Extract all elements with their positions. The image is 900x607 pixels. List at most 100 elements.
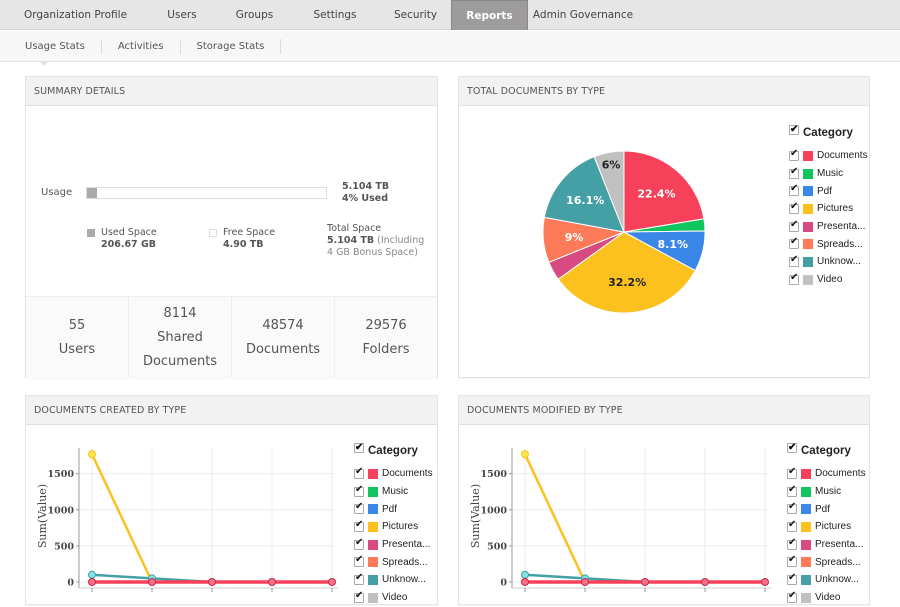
legend-swatch	[803, 204, 813, 214]
checkbox-icon[interactable]	[789, 222, 799, 232]
total-documents-panel: TOTAL DOCUMENTS BY TYPE 22.4%8.1%32.2%9%…	[458, 76, 870, 378]
y-tick-label: 500	[487, 541, 507, 552]
checkbox-icon[interactable]	[354, 443, 364, 453]
stat-label: Users	[59, 338, 95, 362]
legend-item-spreads[interactable]: Spreads...	[354, 553, 433, 571]
checkbox-icon[interactable]	[354, 540, 364, 550]
checkbox-icon[interactable]	[354, 504, 364, 514]
checkbox-icon[interactable]	[789, 125, 799, 135]
legend-item-music[interactable]: Music	[354, 483, 433, 501]
checkbox-icon[interactable]	[789, 151, 799, 161]
legend-item-spreads[interactable]: Spreads...	[789, 235, 868, 253]
used-space-legend: Used Space 206.67 GB	[87, 227, 157, 251]
checkbox-icon[interactable]	[787, 487, 797, 497]
checkbox-icon[interactable]	[789, 275, 799, 285]
subtab-usage-stats[interactable]: Usage Stats	[9, 39, 102, 54]
legend-swatch	[368, 487, 378, 497]
data-point-documents[interactable]	[89, 579, 96, 586]
legend-item-spreads[interactable]: Spreads...	[787, 553, 866, 571]
checkbox-icon[interactable]	[354, 469, 364, 479]
legend-item-video[interactable]: Video	[787, 589, 866, 607]
legend-item-pictures[interactable]: Pictures	[787, 518, 866, 536]
checkbox-icon[interactable]	[789, 169, 799, 179]
legend-item-video[interactable]: Video	[789, 271, 868, 289]
checkbox-icon[interactable]	[354, 487, 364, 497]
legend-swatch	[803, 151, 813, 161]
legend-item-unknow[interactable]: Unknow...	[787, 571, 866, 589]
legend-item-pdf[interactable]: Pdf	[354, 500, 433, 518]
legend-item-presenta[interactable]: Presenta...	[789, 218, 868, 236]
legend-label: Spreads...	[382, 557, 428, 568]
legend-item-presenta[interactable]: Presenta...	[354, 536, 433, 554]
legend-item-pictures[interactable]: Pictures	[789, 200, 868, 218]
checkbox-icon[interactable]	[787, 504, 797, 514]
legend-item-unknow[interactable]: Unknow...	[789, 253, 868, 271]
usage-total-value: 5.104 TB	[342, 181, 389, 193]
data-point-unknown[interactable]	[89, 571, 96, 578]
checkbox-icon[interactable]	[787, 557, 797, 567]
data-point-documents[interactable]	[209, 579, 216, 586]
legend-item-pdf[interactable]: Pdf	[787, 500, 866, 518]
data-point-documents[interactable]	[642, 579, 649, 586]
tab-security[interactable]: Security	[382, 0, 449, 30]
pie-label: 22.4%	[637, 188, 675, 201]
stat-folders: 29576 Folders	[335, 297, 437, 378]
checkbox-icon[interactable]	[354, 522, 364, 532]
legend-label: Video	[815, 592, 840, 603]
data-point-documents[interactable]	[269, 579, 276, 586]
legend-item-documents[interactable]: Documents	[354, 465, 433, 483]
checkbox-icon[interactable]	[354, 557, 364, 567]
legend-item-video[interactable]: Video	[354, 589, 433, 607]
tab-admin-governance[interactable]: Admin Governance	[528, 0, 638, 30]
legend-header[interactable]: Category	[354, 443, 433, 465]
tab-organization-profile[interactable]: Organization Profile	[8, 0, 143, 30]
checkbox-icon[interactable]	[789, 186, 799, 196]
data-point-documents[interactable]	[329, 579, 336, 586]
tab-settings[interactable]: Settings	[288, 0, 382, 30]
stat-label: Documents	[143, 350, 217, 374]
checkbox-icon[interactable]	[787, 540, 797, 550]
legend-label: Music	[817, 168, 843, 179]
checkbox-icon[interactable]	[787, 469, 797, 479]
legend-label: Pdf	[382, 504, 397, 515]
legend-label: Pictures	[382, 521, 418, 532]
data-point-documents[interactable]	[149, 579, 156, 586]
subtab-storage-stats[interactable]: Storage Stats	[181, 39, 282, 54]
checkbox-icon[interactable]	[787, 443, 797, 453]
total-space-bonus: 4 GB Bonus Space)	[327, 247, 424, 259]
total-space-value: 5.104 TB	[327, 235, 374, 246]
checkbox-icon[interactable]	[789, 204, 799, 214]
legend-item-music[interactable]: Music	[789, 165, 868, 183]
legend-item-documents[interactable]: Documents	[787, 465, 866, 483]
checkbox-icon[interactable]	[787, 575, 797, 585]
legend-item-presenta[interactable]: Presenta...	[787, 536, 866, 554]
legend-item-unknow[interactable]: Unknow...	[354, 571, 433, 589]
documents-created-legend: CategoryDocumentsMusic Pdf Pictures Present…	[354, 443, 433, 607]
data-point-documents[interactable]	[522, 579, 529, 586]
legend-header[interactable]: Category	[789, 125, 868, 147]
checkbox-icon[interactable]	[354, 575, 364, 585]
legend-item-pdf[interactable]: Pdf	[789, 182, 868, 200]
checkbox-icon[interactable]	[789, 257, 799, 267]
pie-chart: 22.4%8.1%32.2%9%16.1%6%	[459, 107, 779, 357]
checkbox-icon[interactable]	[787, 522, 797, 532]
checkbox-icon[interactable]	[354, 593, 364, 603]
data-point-documents[interactable]	[702, 579, 709, 586]
legend-item-music[interactable]: Music	[787, 483, 866, 501]
tab-users[interactable]: Users	[143, 0, 221, 30]
legend-header[interactable]: Category	[787, 443, 866, 465]
data-point-documents[interactable]	[582, 579, 589, 586]
free-space-label: Free Space	[223, 227, 275, 238]
legend-item-documents[interactable]: Documents	[789, 147, 868, 165]
data-point-documents[interactable]	[762, 579, 769, 586]
data-point-unknown[interactable]	[522, 571, 529, 578]
data-point-pictures[interactable]	[522, 451, 529, 458]
checkbox-icon[interactable]	[789, 239, 799, 249]
legend-label: Presenta...	[817, 221, 865, 232]
tab-reports[interactable]: Reports	[451, 0, 528, 30]
subtab-activities[interactable]: Activities	[102, 39, 181, 54]
legend-item-pictures[interactable]: Pictures	[354, 518, 433, 536]
checkbox-icon[interactable]	[787, 593, 797, 603]
data-point-pictures[interactable]	[89, 451, 96, 458]
tab-groups[interactable]: Groups	[221, 0, 288, 30]
